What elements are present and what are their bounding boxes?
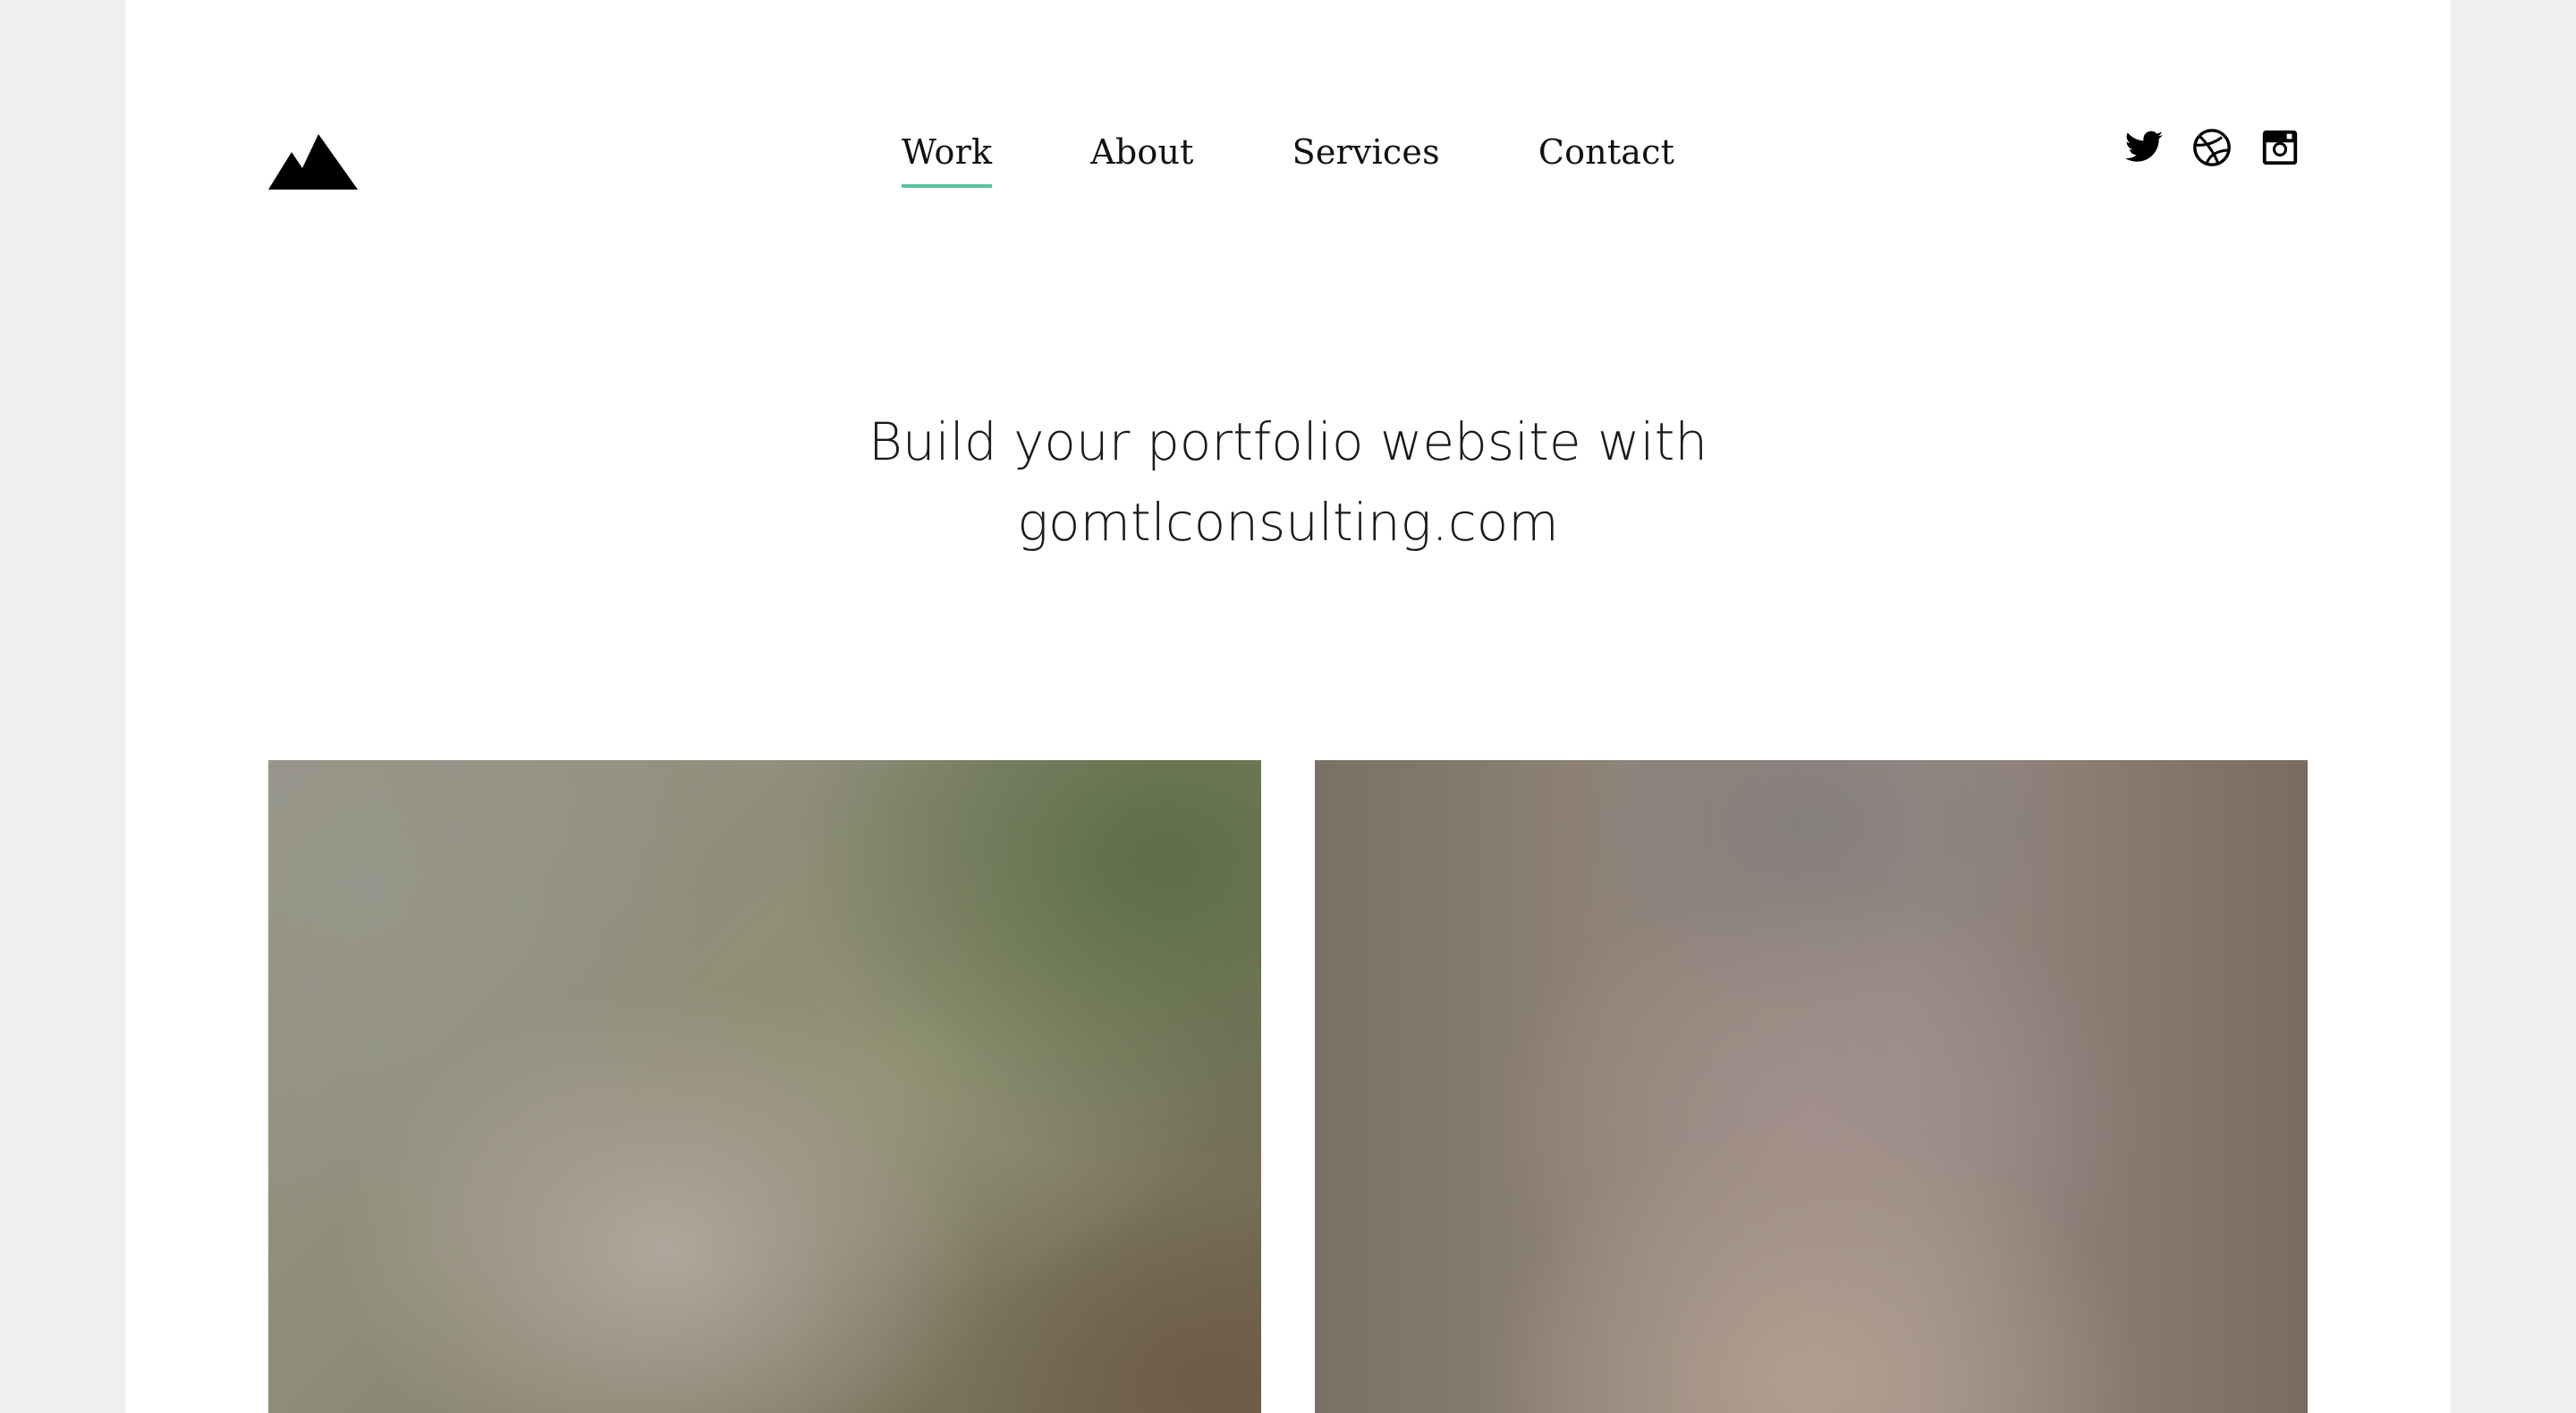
hero-line-1: Build your portfolio website with [868, 410, 1708, 472]
social-links [2123, 127, 2301, 168]
nav-item-contact[interactable]: Contact [1538, 132, 1674, 181]
nav-item-about[interactable]: About [1090, 132, 1193, 181]
hero-heading: Build your portfolio website with gomtlc… [125, 402, 2451, 563]
twitter-icon[interactable] [2123, 127, 2165, 168]
instagram-icon[interactable] [2259, 127, 2301, 168]
nav-item-work[interactable]: Work [901, 132, 993, 188]
main-nav: Work About Services Contact [125, 132, 2451, 188]
page-container: Work About Services Contact Build your p… [125, 0, 2451, 1413]
dribbble-icon[interactable] [2191, 127, 2233, 168]
portfolio-image-1[interactable] [268, 760, 1261, 1413]
hero-line-2: gomtlconsulting.com [1017, 491, 1559, 553]
nav-list: Work About Services Contact [901, 132, 1674, 188]
nav-item-services[interactable]: Services [1292, 132, 1440, 181]
portfolio-image-2[interactable] [1315, 760, 2308, 1413]
